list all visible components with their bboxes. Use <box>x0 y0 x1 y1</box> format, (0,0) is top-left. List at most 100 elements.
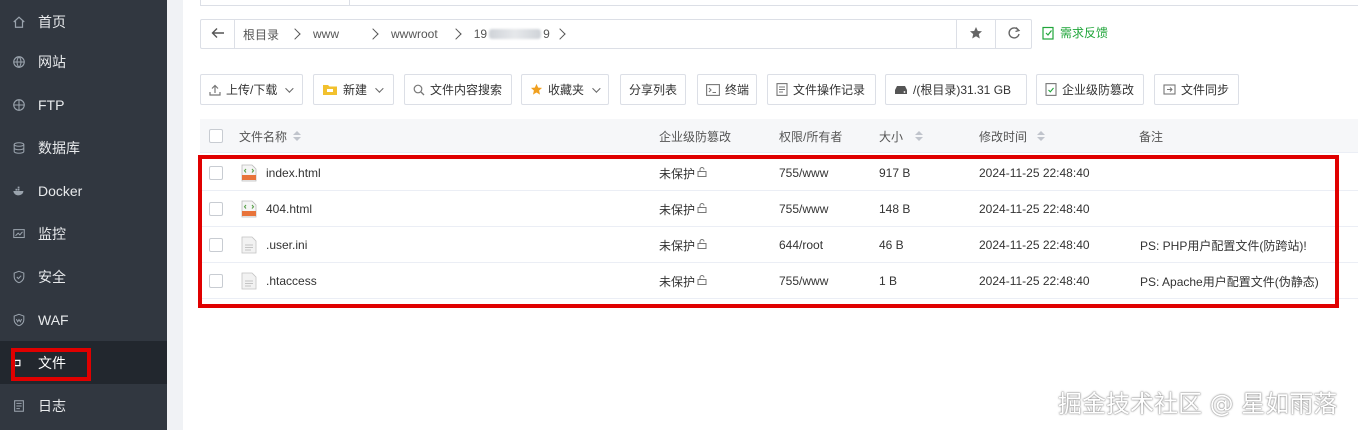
select-all-checkbox[interactable] <box>209 119 223 153</box>
upload-icon <box>209 84 221 96</box>
sidebar-item-home[interactable]: 首页 <box>0 0 167 43</box>
chevron-right-icon <box>289 28 301 40</box>
sync-icon <box>1163 83 1176 96</box>
sidebar-item-label: 网站 <box>38 53 66 70</box>
breadcrumb-label: 19 <box>473 27 488 41</box>
sidebar-item-label: FTP <box>38 96 65 113</box>
breadcrumb-site[interactable]: 19 9 <box>466 20 566 48</box>
file-log-label: 文件操作记录 <box>793 83 866 97</box>
new-button[interactable]: 新建 <box>313 74 394 105</box>
header-note: 备注 <box>1139 119 1163 153</box>
feedback-link[interactable]: 需求反馈 <box>1042 24 1108 41</box>
sidebar-item-label: WAF <box>38 311 69 328</box>
breadcrumb-label: www <box>313 27 340 41</box>
upload-label: 上传/下载 <box>226 83 278 97</box>
header-name[interactable]: 文件名称 <box>239 119 302 153</box>
content-search-button[interactable]: 文件内容搜索 <box>404 74 512 105</box>
sidebar-item-label: 日志 <box>38 397 66 414</box>
feedback-label: 需求反馈 <box>1060 26 1109 40</box>
favorite-star-button[interactable] <box>956 20 995 48</box>
redacted-text <box>489 29 542 39</box>
sidebar-item-ftp[interactable]: FTP <box>0 83 167 126</box>
sidebar-item-monitor[interactable]: 监控 <box>0 212 167 255</box>
header-label: 大小 <box>879 129 904 144</box>
log-icon <box>11 398 27 414</box>
sidebar-item-label: Docker <box>38 182 83 199</box>
sort-icon <box>915 131 924 141</box>
header-label: 企业级防篡改 <box>659 129 732 144</box>
header-permission: 权限/所有者 <box>779 119 842 153</box>
sidebar-item-security[interactable]: 安全 <box>0 255 167 298</box>
sidebar-item-database[interactable]: 数据库 <box>0 126 167 169</box>
search-icon <box>413 84 425 96</box>
tamper-label: 企业级防篡改 <box>1062 83 1135 97</box>
header-label: 备注 <box>1139 129 1164 144</box>
header-tamper: 企业级防篡改 <box>659 119 731 153</box>
docker-icon <box>11 183 27 199</box>
shield-icon <box>11 269 27 285</box>
chevron-right-icon <box>450 28 462 40</box>
breadcrumb-www[interactable]: www <box>305 20 379 48</box>
files-highlight-box <box>11 348 91 381</box>
tab-divider <box>350 5 1358 6</box>
folder-new-icon <box>322 83 338 96</box>
disk-icon <box>894 85 908 95</box>
content-search-label: 文件内容搜索 <box>430 83 503 97</box>
sidebar-item-waf[interactable]: WAF <box>0 298 167 341</box>
sidebar-item-logs[interactable]: 日志 <box>0 384 167 427</box>
sidebar: 首页 网站 FTP 数据库 Docker 监控 安全 WAF 文件 日志 <box>0 0 167 430</box>
file-sync-label: 文件同步 <box>1181 83 1230 97</box>
file-list-highlight-box <box>198 155 1339 308</box>
monitor-icon <box>11 226 27 242</box>
arrow-left-icon <box>211 27 225 42</box>
upload-download-button[interactable]: 上传/下载 <box>200 74 303 105</box>
chevron-down-icon <box>375 83 384 93</box>
terminal-icon <box>706 83 720 96</box>
breadcrumb-label-suffix: 9 <box>543 27 550 41</box>
star-icon <box>530 83 543 96</box>
breadcrumb-label: 根目录 <box>243 27 280 42</box>
header-size[interactable]: 大小 <box>879 119 924 153</box>
sort-icon <box>293 131 302 141</box>
table-header: 文件名称 企业级防篡改 权限/所有者 大小 修改时间 备注 <box>200 119 1358 153</box>
terminal-label: 终端 <box>725 83 750 97</box>
favorites-button[interactable]: 收藏夹 <box>521 74 609 105</box>
terminal-button[interactable]: 终端 <box>697 74 757 105</box>
file-log-button[interactable]: 文件操作记录 <box>767 74 876 105</box>
database-icon <box>11 140 27 156</box>
header-label: 修改时间 <box>979 129 1028 144</box>
header-mtime[interactable]: 修改时间 <box>979 119 1046 153</box>
tamper-button[interactable]: 企业级防篡改 <box>1036 74 1144 105</box>
ftp-icon <box>11 97 27 113</box>
breadcrumb-wwwroot[interactable]: wwwroot <box>383 20 462 48</box>
sidebar-item-label: 安全 <box>38 268 66 285</box>
sort-icon <box>1037 131 1046 141</box>
share-list-button[interactable]: 分享列表 <box>620 74 686 105</box>
file-log-icon <box>776 83 788 96</box>
home-icon <box>11 14 27 30</box>
sidebar-item-docker[interactable]: Docker <box>0 169 167 212</box>
refresh-button[interactable] <box>995 20 1032 48</box>
chevron-down-icon <box>592 83 601 93</box>
feedback-edit-icon <box>1042 26 1054 40</box>
path-bar: 根目录 www wwwroot 19 9 <box>200 19 1032 49</box>
tamper-icon <box>1045 83 1057 96</box>
sidebar-item-label: 监控 <box>38 225 66 242</box>
sidebar-item-label: 数据库 <box>38 139 80 156</box>
favorites-label: 收藏夹 <box>548 83 585 97</box>
breadcrumb-root[interactable]: 根目录 <box>235 20 301 48</box>
chevron-right-icon <box>367 28 379 40</box>
star-icon <box>969 26 983 43</box>
globe-icon <box>11 54 27 70</box>
top-tab[interactable] <box>200 0 350 6</box>
disk-button[interactable]: /(根目录)31.31 GB <box>885 74 1027 105</box>
sidebar-item-website[interactable]: 网站 <box>0 40 167 83</box>
share-list-label: 分享列表 <box>629 83 678 97</box>
header-label: 权限/所有者 <box>779 129 843 144</box>
file-sync-button[interactable]: 文件同步 <box>1154 74 1239 105</box>
sidebar-item-label: 首页 <box>38 13 66 30</box>
header-label: 文件名称 <box>239 129 288 144</box>
back-button[interactable] <box>201 20 235 48</box>
chevron-right-icon <box>554 28 566 40</box>
waf-shield-icon <box>11 312 27 328</box>
